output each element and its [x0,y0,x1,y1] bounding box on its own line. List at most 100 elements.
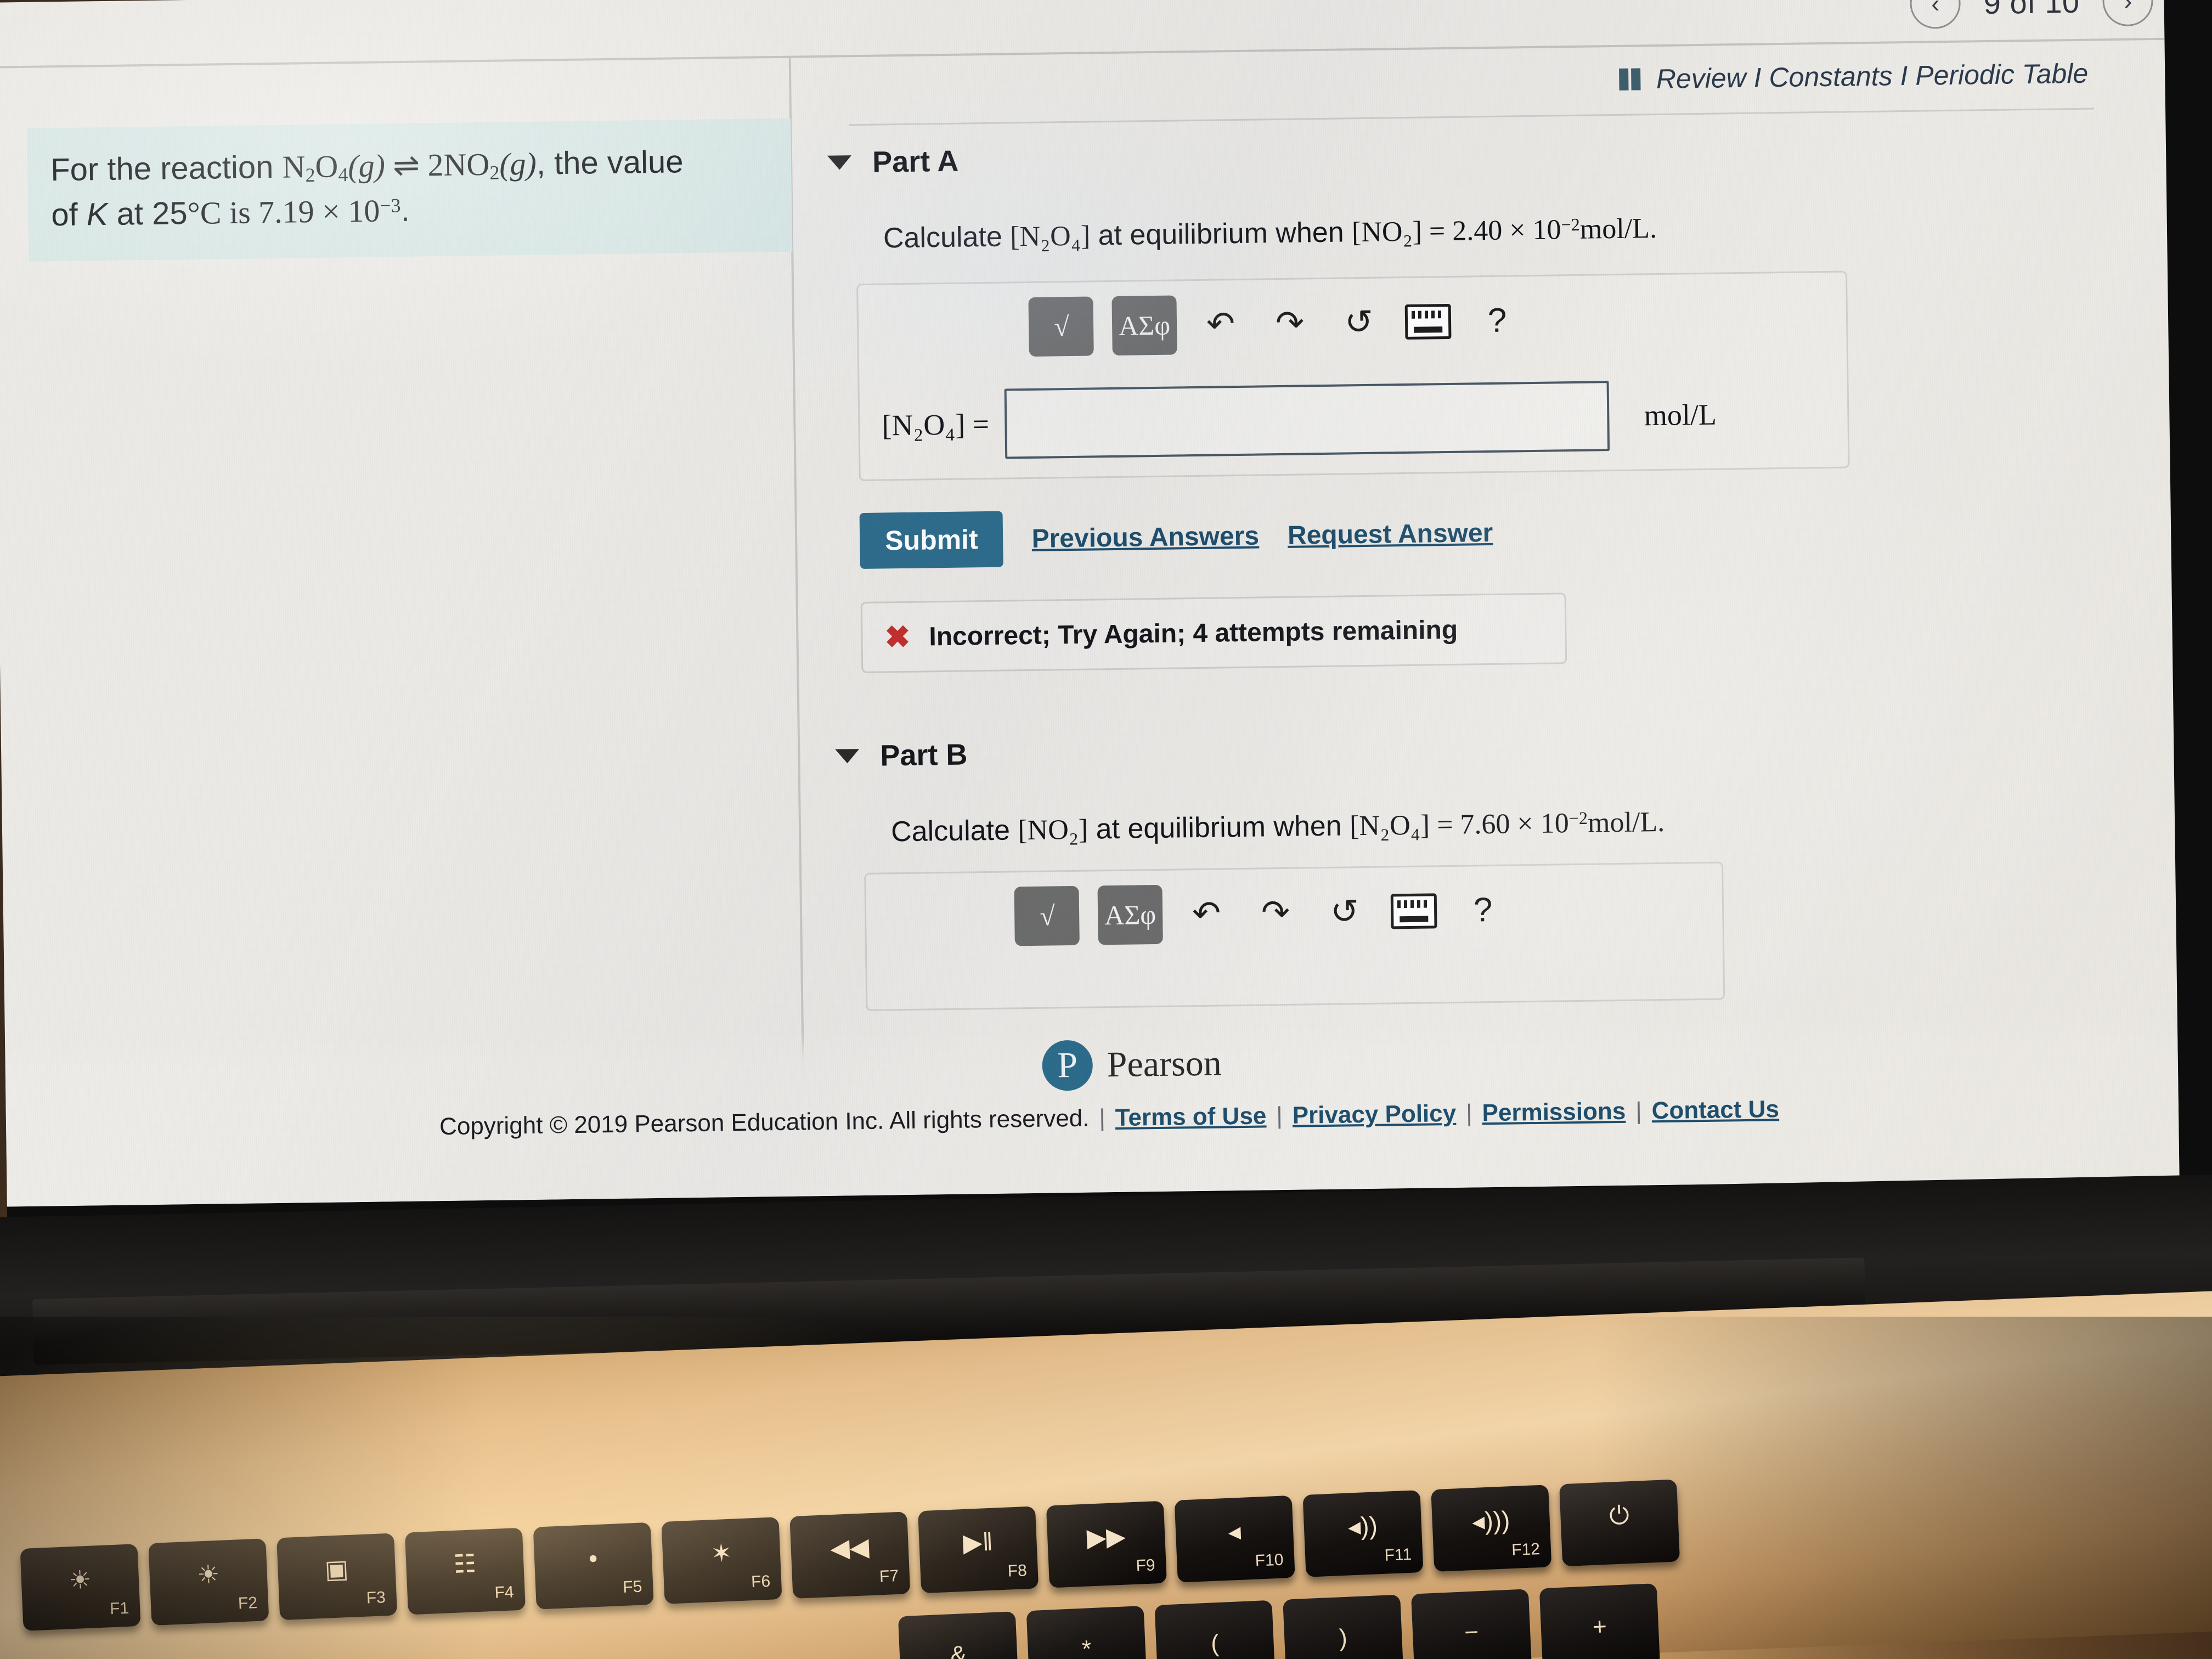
key-glyph-icon: ◂ [1227,1516,1242,1546]
prompt-given-value-b: = 7.60 × 10 [1429,808,1570,841]
help-icon: ? [1487,301,1507,340]
problem-at25: at 25 [108,195,188,233]
sqrt-icon: √ [1054,311,1069,342]
key-label: F9 [1135,1556,1156,1575]
math-template-button[interactable]: √ [1028,296,1094,357]
greek-symbols-button[interactable]: ΑΣφ [1097,884,1163,945]
math-template-button[interactable]: √ [1014,885,1080,946]
reset-button[interactable]: ↺ [1319,887,1370,938]
review-bar: Review I Constants I Periodic Table [848,57,2132,106]
problem-exponent: −3 [379,194,401,217]
laptop-screen: ‹ 9 of 10 › For the reaction N2O4(g) ⇌ 2… [0,0,2212,1248]
key-f5[interactable]: • F5 [533,1522,654,1610]
key-power[interactable]: ⏻ [1559,1479,1680,1567]
redo-icon: ↷ [1261,893,1290,932]
keyboard-button[interactable] [1389,885,1440,936]
key-f3[interactable]: ▣ F3 [276,1533,398,1621]
formula-o: O [314,148,338,184]
key-f10[interactable]: ◂ F10 [1174,1495,1295,1583]
key-glyph-icon: ☀ [196,1559,221,1589]
key-glyph-icon: ◀◀ [830,1532,870,1563]
part-a-header[interactable]: Part A [827,129,2134,180]
previous-answers-link[interactable]: Previous Answers [1031,521,1259,554]
prev-question-button[interactable]: ‹ [1910,0,1961,29]
key-glyph-icon: ▣ [324,1554,349,1584]
key-label: F11 [1384,1545,1412,1565]
problem-mid: , the value [536,144,684,182]
feedback-banner: ✖ Incorrect; Try Again; 4 attempts remai… [860,592,1567,674]
page-footer: Pearson Copyright © 2019 Pearson Educati… [5,1013,2180,1207]
submit-button[interactable]: Submit [859,511,1004,569]
formula-sub-2: 2 [305,163,315,187]
key-glyph-icon: ☀ [68,1565,92,1595]
greek-symbols-button[interactable]: ΑΣφ [1111,295,1177,356]
key-f1[interactable]: ☀ F1 [20,1544,141,1631]
help-icon: ? [1473,891,1493,929]
prompt-given-species: [NO₂] [1351,216,1423,249]
key-f2[interactable]: ☀ F2 [148,1538,269,1626]
help-button[interactable]: ? [1458,885,1509,936]
footer-sep-3: | [1465,1099,1472,1127]
problem-kvalue: C is 7.19 × 10 [200,193,380,232]
key-f4[interactable]: ☷ F4 [404,1527,526,1615]
key-label: F12 [1511,1540,1541,1560]
privacy-policy-link[interactable]: Privacy Policy [1292,1100,1456,1130]
key-glyph-icon: ▶‖ [962,1527,994,1558]
request-answer-link[interactable]: Request Answer [1288,517,1493,550]
contact-us-link[interactable]: Contact Us [1651,1096,1779,1125]
prompt-exponent: −2 [1561,214,1580,235]
permissions-link[interactable]: Permissions [1482,1098,1626,1127]
answer-input[interactable] [1004,381,1610,459]
key-f8[interactable]: ▶‖ F8 [918,1506,1039,1594]
caret-down-icon[interactable] [835,749,860,764]
redo-button[interactable]: ↷ [1250,888,1301,939]
pearson-wordmark: Pearson [1107,1043,1222,1085]
keyboard-button[interactable] [1402,296,1453,347]
chevron-left-icon: ‹ [1931,0,1940,18]
part-b-answer-panel: √ ΑΣφ ↶ ↷ ↺ ? [864,861,1725,1011]
answer-label: [N₂O₄] = [882,407,990,442]
footer-sep-4: | [1635,1097,1643,1125]
greek-letters-label: ΑΣφ [1104,899,1156,931]
key-f12[interactable]: ◂))) F12 [1431,1485,1552,1572]
key-f7[interactable]: ◀◀ F7 [789,1511,911,1599]
part-a-answer-panel: √ ΑΣφ ↶ ↷ ↺ ? [N₂O₄] = mol/L [856,270,1850,482]
key-label: F1 [109,1599,129,1618]
photo-scene: ‹ 9 of 10 › For the reaction N2O4(g) ⇌ 2… [0,0,2212,1659]
redo-button[interactable]: ↷ [1264,298,1315,349]
part-a-math-toolbar: √ ΑΣφ ↶ ↷ ↺ ? [1028,286,1846,357]
part-b-title: Part B [879,738,968,772]
terms-of-use-link[interactable]: Terms of Use [1115,1102,1267,1132]
keyboard-icon [1390,893,1437,929]
pager-label: 9 of 10 [1983,0,2080,20]
key-glyph-icon: ◂))) [1471,1505,1511,1536]
review-constants-periodic-links[interactable]: Review I Constants I Periodic Table [1656,58,2089,95]
prompt-unit: mol/L. [1579,212,1657,245]
caret-down-icon[interactable] [827,155,852,170]
key-glyph-icon: ◂)) [1347,1511,1378,1541]
help-button[interactable]: ? [1471,295,1522,346]
part-b-header[interactable]: Part B [835,723,2141,774]
prompt-unit-b: mol/L. [1587,806,1665,839]
undo-button[interactable]: ↶ [1181,888,1232,939]
greek-letters-label: ΑΣφ [1118,309,1171,341]
part-b-prompt: Calculate [NO₂] at equilibrium when [N₂O… [891,799,2142,848]
key-label: F2 [238,1594,258,1613]
question-pager: ‹ 9 of 10 › [1910,0,2154,29]
part-a-prompt: Calculate [N₂O₄] at equilibrium when [NO… [883,206,2135,255]
formula-state-g2: (g) [499,145,537,182]
formula-n: N [282,149,306,185]
key-glyph-icon: • [588,1543,599,1573]
undo-button[interactable]: ↶ [1195,299,1246,350]
problem-statement-text: For the reaction N2O4(g) ⇌ 2NO2(g), the … [50,138,776,238]
next-question-button[interactable]: › [2102,0,2154,27]
key-f9[interactable]: ▶▶ F9 [1046,1500,1167,1588]
key-f6[interactable]: ✶ F6 [661,1517,782,1604]
x-mark-icon: ✖ [884,619,911,654]
feedback-text: Incorrect; Try Again; 4 attempts remaini… [929,615,1458,651]
reset-button[interactable]: ↺ [1333,297,1384,348]
prompt-calculate: Calculate [883,221,1011,255]
work-pane: Review I Constants I Periodic Table Part… [827,57,2144,1011]
key-glyph-icon: ⏻ [1609,1500,1630,1530]
key-f11[interactable]: ◂)) F11 [1302,1490,1424,1577]
